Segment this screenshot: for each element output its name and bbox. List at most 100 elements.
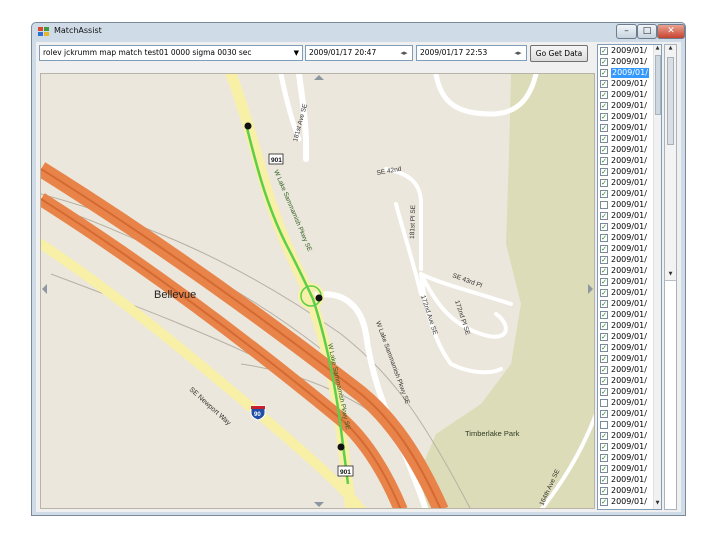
trip-checkbox[interactable]: [600, 399, 608, 407]
trip-checkbox[interactable]: ✓: [600, 58, 608, 66]
list-item[interactable]: ✓ 2009/01/: [598, 277, 661, 288]
list-item[interactable]: ✓ 2009/01/: [598, 387, 661, 398]
list-item[interactable]: ✓ 2009/01/: [598, 288, 661, 299]
trip-checkbox[interactable]: ✓: [600, 135, 608, 143]
list-item[interactable]: ✓ 2009/01/: [598, 376, 661, 387]
scroll-up-icon[interactable]: ▲: [654, 45, 661, 54]
trip-checkbox[interactable]: ✓: [600, 410, 608, 418]
trip-checkbox[interactable]: ✓: [600, 465, 608, 473]
list-item[interactable]: ✓ 2009/01/: [598, 299, 661, 310]
trip-checkbox[interactable]: ✓: [600, 168, 608, 176]
list-item[interactable]: ✓ 2009/01/: [598, 145, 661, 156]
trip-checkbox[interactable]: ✓: [600, 245, 608, 253]
trip-checkbox[interactable]: ✓: [600, 498, 608, 506]
list-item[interactable]: ✓ 2009/01/: [598, 68, 661, 79]
scroll-thumb[interactable]: [667, 57, 674, 145]
scroll-down-icon[interactable]: ▼: [665, 271, 676, 280]
list-item[interactable]: ✓ 2009/01/: [598, 101, 661, 112]
list-item[interactable]: ✓ 2009/01/: [598, 310, 661, 321]
list-item[interactable]: ✓ 2009/01/: [598, 255, 661, 266]
trip-checkbox[interactable]: ✓: [600, 366, 608, 374]
list-item[interactable]: ✓ 2009/01/: [598, 123, 661, 134]
list-item[interactable]: ✓ 2009/01/: [598, 46, 661, 57]
panel-scrollbar[interactable]: ▲ ▼: [664, 44, 677, 510]
scroll-down-icon[interactable]: ▼: [654, 500, 661, 509]
trip-checkbox[interactable]: ✓: [600, 476, 608, 484]
track-select[interactable]: rolev jckrumm map match test01 0000 sigm…: [39, 45, 303, 61]
trip-checkbox[interactable]: ✓: [600, 443, 608, 451]
scroll-up-icon[interactable]: ▲: [665, 45, 676, 54]
list-item[interactable]: ✓ 2009/01/: [598, 244, 661, 255]
trip-list[interactable]: ✓ 2009/01/✓ 2009/01/✓ 2009/01/✓ 2009/01/✓ 200…: [597, 44, 662, 510]
trip-checkbox[interactable]: ✓: [600, 333, 608, 341]
trip-checkbox[interactable]: ✓: [600, 355, 608, 363]
trip-checkbox[interactable]: ✓: [600, 113, 608, 121]
list-item[interactable]: ✓ 2009/01/: [598, 442, 661, 453]
list-item[interactable]: ✓ 2009/01/: [598, 431, 661, 442]
trip-checkbox[interactable]: ✓: [600, 212, 608, 220]
map-canvas[interactable]: Bellevue Timberlake Park 901 901 90 W La…: [41, 74, 595, 509]
trip-checkbox[interactable]: [600, 201, 608, 209]
list-item[interactable]: ✓ 2009/01/: [598, 453, 661, 464]
trip-checkbox[interactable]: ✓: [600, 344, 608, 352]
pan-down-icon[interactable]: [314, 502, 324, 507]
list-scrollbar[interactable]: ▲ ▼: [653, 45, 661, 509]
list-item[interactable]: ✓ 2009/01/: [598, 57, 661, 68]
list-item[interactable]: ✓ 2009/01/: [598, 112, 661, 123]
close-button[interactable]: ✕: [657, 24, 685, 39]
trip-checkbox[interactable]: ✓: [600, 80, 608, 88]
list-item[interactable]: ✓ 2009/01/: [598, 332, 661, 343]
list-item[interactable]: ✓ 2009/01/: [598, 222, 661, 233]
trip-checkbox[interactable]: ✓: [600, 124, 608, 132]
list-item[interactable]: ✓ 2009/01/: [598, 211, 661, 222]
map-view[interactable]: Bellevue Timberlake Park 901 901 90 W La…: [40, 73, 595, 509]
trip-checkbox[interactable]: ✓: [600, 179, 608, 187]
minimize-button[interactable]: –: [616, 24, 637, 39]
trip-checkbox[interactable]: ✓: [600, 234, 608, 242]
pan-right-icon[interactable]: [588, 284, 593, 294]
trip-checkbox[interactable]: ✓: [600, 146, 608, 154]
chevron-down-icon[interactable]: ▼: [294, 46, 299, 60]
trip-checkbox[interactable]: ✓: [600, 190, 608, 198]
title-bar[interactable]: MatchAssist – □ ✕: [32, 23, 685, 41]
trip-checkbox[interactable]: ✓: [600, 223, 608, 231]
trip-checkbox[interactable]: ✓: [600, 278, 608, 286]
scroll-thumb[interactable]: [655, 55, 661, 115]
trip-checkbox[interactable]: ✓: [600, 311, 608, 319]
list-item[interactable]: 2009/01/: [598, 398, 661, 409]
trip-checkbox[interactable]: ✓: [600, 487, 608, 495]
list-item[interactable]: ✓ 2009/01/: [598, 497, 661, 508]
calendar-icon[interactable]: ◂▸: [512, 47, 524, 59]
trip-checkbox[interactable]: [600, 421, 608, 429]
trip-checkbox[interactable]: ✓: [600, 388, 608, 396]
trip-checkbox[interactable]: ✓: [600, 47, 608, 55]
trip-checkbox[interactable]: ✓: [600, 256, 608, 264]
trip-checkbox[interactable]: ✓: [600, 300, 608, 308]
trip-checkbox[interactable]: ✓: [600, 377, 608, 385]
list-item[interactable]: 2009/01/: [598, 420, 661, 431]
trip-checkbox[interactable]: ✓: [600, 289, 608, 297]
list-item[interactable]: ✓ 2009/01/: [598, 266, 661, 277]
list-item[interactable]: ✓ 2009/01/: [598, 365, 661, 376]
list-item[interactable]: ✓ 2009/01/: [598, 486, 661, 497]
list-item[interactable]: ✓ 2009/01/: [598, 321, 661, 332]
pan-up-icon[interactable]: [314, 75, 324, 80]
end-time-picker[interactable]: 2009/01/17 22:53 ◂▸: [416, 45, 527, 61]
list-item[interactable]: ✓ 2009/01/: [598, 167, 661, 178]
list-item[interactable]: ✓ 2009/01/: [598, 90, 661, 101]
list-item[interactable]: 2009/01/: [598, 200, 661, 211]
list-item[interactable]: ✓ 2009/01/: [598, 189, 661, 200]
list-item[interactable]: ✓ 2009/01/: [598, 233, 661, 244]
list-item[interactable]: ✓ 2009/01/: [598, 134, 661, 145]
get-data-button[interactable]: Go Get Data: [530, 45, 588, 62]
trip-checkbox[interactable]: ✓: [600, 454, 608, 462]
trip-checkbox[interactable]: ✓: [600, 102, 608, 110]
list-item[interactable]: ✓ 2009/01/: [598, 156, 661, 167]
calendar-icon[interactable]: ◂▸: [398, 47, 410, 59]
pan-left-icon[interactable]: [42, 284, 47, 294]
start-time-picker[interactable]: 2009/01/17 20:47 ◂▸: [305, 45, 413, 61]
list-item[interactable]: ✓ 2009/01/: [598, 79, 661, 90]
list-item[interactable]: ✓ 2009/01/: [598, 409, 661, 420]
maximize-button[interactable]: □: [637, 24, 657, 39]
trip-checkbox[interactable]: ✓: [600, 267, 608, 275]
